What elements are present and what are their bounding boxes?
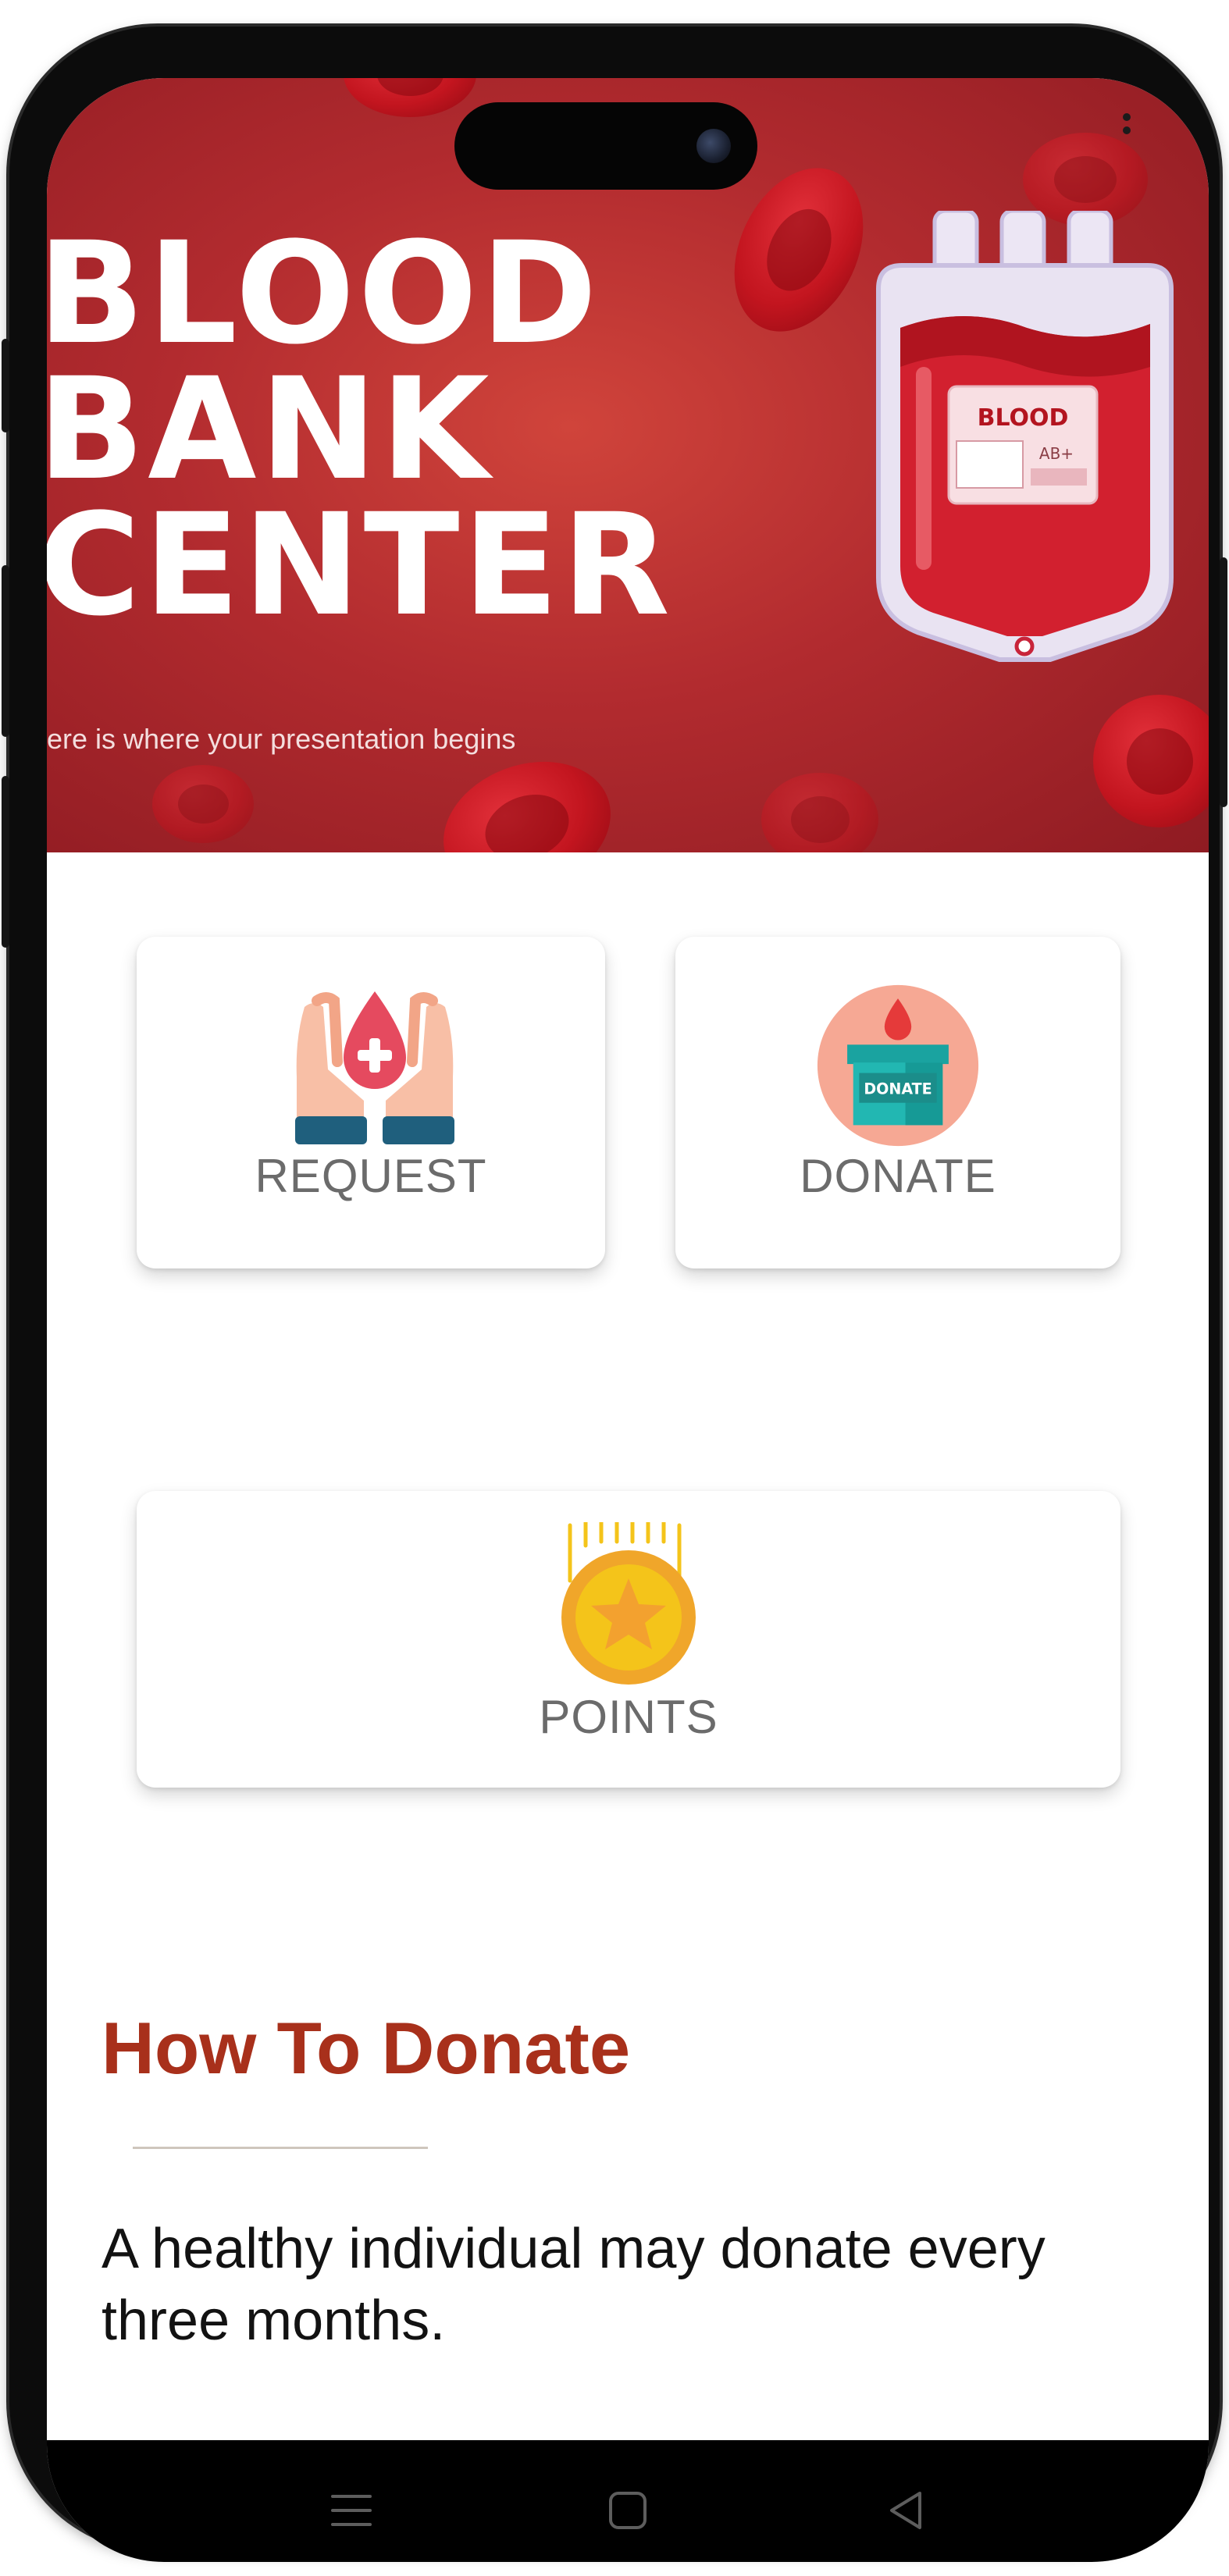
donation-box-icon: DONATE xyxy=(817,984,979,1147)
blood-type-label: AB+ xyxy=(1039,444,1074,463)
banner-title-line-1: BLOOD xyxy=(47,212,600,375)
blood-cell-decoration xyxy=(425,739,629,852)
blood-cell-decoration xyxy=(152,765,254,843)
blood-cell-decoration xyxy=(761,773,878,852)
how-to-donate-body: A healthy individual may donate every th… xyxy=(102,2218,1046,2352)
how-to-donate-title: How To Donate xyxy=(102,2007,631,2089)
blood-cell-decoration xyxy=(1093,695,1209,827)
phone-side-button xyxy=(2,339,9,432)
system-navigation-bar xyxy=(47,2440,1209,2562)
blood-cell-decoration xyxy=(344,78,476,117)
donate-card[interactable]: DONATE DONATE xyxy=(675,937,1120,1268)
overflow-menu-icon[interactable] xyxy=(1123,113,1131,148)
request-label: REQUEST xyxy=(255,1150,487,1202)
donate-label: DONATE xyxy=(800,1150,996,1202)
front-camera xyxy=(696,129,731,163)
menu-lines-icon[interactable] xyxy=(328,2487,375,2534)
banner-subtitle: ere is where your presentation begins xyxy=(47,723,516,755)
points-card[interactable]: POINTS xyxy=(137,1491,1120,1788)
triangle-back-icon[interactable] xyxy=(882,2487,929,2534)
phone-frame: BLOOD BANK CENTER ere is where your pres… xyxy=(2,27,1227,2562)
banner-title: BLOOD BANK CENTER xyxy=(47,212,674,647)
phone-volume-up-button xyxy=(2,565,9,737)
request-card[interactable]: REQUEST xyxy=(137,937,605,1268)
blood-bag-illustration: BLOOD AB+ xyxy=(876,211,1174,662)
donate-box-text: DONATE xyxy=(864,1080,932,1098)
section-divider xyxy=(133,2147,428,2149)
hero-banner: BLOOD BANK CENTER ere is where your pres… xyxy=(47,78,1209,852)
star-coin-icon xyxy=(561,1522,696,1685)
banner-title-line-2: BANK xyxy=(47,348,493,511)
banner-title-line-3: CENTER xyxy=(47,484,674,647)
phone-power-button xyxy=(1220,557,1227,807)
phone-volume-down-button xyxy=(2,776,9,948)
square-home-icon[interactable] xyxy=(604,2487,651,2534)
points-label: POINTS xyxy=(539,1691,718,1743)
app-screen: BLOOD BANK CENTER ere is where your pres… xyxy=(47,78,1209,2562)
camera-notch xyxy=(454,102,757,190)
blood-bag-label: BLOOD xyxy=(978,404,1069,432)
hands-blood-drop-icon xyxy=(295,991,454,1144)
